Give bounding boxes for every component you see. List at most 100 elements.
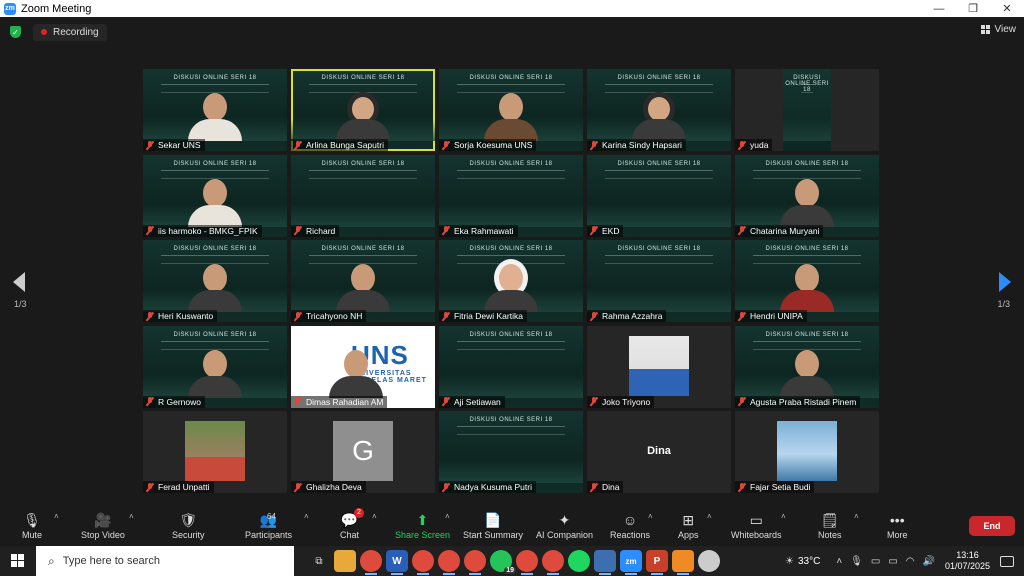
security-shield-icon: 🛡	[179, 511, 198, 528]
slide-subtitle-lines	[753, 255, 861, 264]
participant-tile[interactable]: Fajar Setia Budi	[735, 411, 879, 493]
participant-tile[interactable]: DISKUSI ONLINE SERI 18 Sekar UNS	[143, 69, 287, 151]
powerpoint-icon[interactable]: P	[646, 550, 668, 575]
participant-tile[interactable]: DISKUSI ONLINE SERI 18 Arlina Bunga Saput…	[291, 69, 435, 151]
participant-tile[interactable]: DISKUSI ONLINE SERI 18 Fitria Dewi Kartik…	[439, 240, 583, 322]
task-view-icon[interactable]: ⧉	[308, 550, 330, 572]
recording-indicator[interactable]: Recording	[33, 23, 107, 41]
ai-companion-button[interactable]: ✦ AI Companion	[536, 510, 593, 541]
whiteboards-options-caret-icon[interactable]: ˄	[781, 512, 786, 521]
participant-tile[interactable]: DISKUSI ONLINE SERI 18 Nadya Kusuma Putri	[439, 411, 583, 493]
chrome-icon-4[interactable]	[464, 550, 486, 575]
end-meeting-button[interactable]: End	[969, 516, 1015, 536]
slide-heading: DISKUSI ONLINE SERI 18	[173, 246, 257, 252]
share-screen-button[interactable]: ⬆ Share Screen	[395, 510, 450, 541]
chrome-icon-6[interactable]	[542, 550, 564, 575]
participant-tile[interactable]: DISKUSI ONLINE SERI 18 Karina Sindy Hapsa…	[587, 69, 731, 151]
stop-video-button[interactable]: 🎥 Stop Video	[81, 510, 125, 541]
whatsapp-icon[interactable]: 19	[490, 550, 516, 574]
participant-tile[interactable]: DISKUSI ONLINE SERI 18 Rahma Azzahra	[587, 240, 731, 322]
muted-mic-icon	[590, 226, 598, 235]
more-label: More	[887, 530, 908, 540]
participant-tile[interactable]: UNS UNIVERSITAS SEBELAS MARET Dimas Rahadi…	[291, 325, 435, 408]
windows-start-icon[interactable]	[11, 554, 25, 568]
summary-doc-icon: 📄	[484, 511, 502, 528]
participant-tile[interactable]: DISKUSI ONLINE SERI 18 R Gernowo	[143, 325, 287, 408]
battery-icon[interactable]: ▭	[888, 556, 897, 567]
participant-tile[interactable]: DISKUSI ONLINE SERI 18 Richard	[291, 154, 435, 237]
notification-icon[interactable]	[1000, 555, 1014, 567]
tray-camera-icon[interactable]: ▭	[871, 556, 880, 567]
participant-name: Ghalizha Deva	[306, 482, 362, 492]
wifi-icon[interactable]: ◠	[906, 556, 915, 567]
participant-tile[interactable]: Ferad Unpatti	[143, 411, 287, 493]
mute-options-caret-icon[interactable]: ˄	[54, 512, 59, 521]
spotify-icon[interactable]	[568, 550, 590, 572]
chrome-icon-3[interactable]	[438, 550, 460, 575]
restore-button[interactable]: ❐	[956, 0, 990, 17]
chrome-icon-5[interactable]	[516, 550, 538, 575]
video-options-caret-icon[interactable]: ˄	[129, 512, 134, 521]
participant-tile[interactable]: DISKUSI ONLINE SERI 18 Chatarina Muryani	[735, 154, 879, 237]
chrome-icon-2[interactable]	[412, 550, 434, 575]
meeting-top-strip: ✓ Recording View	[0, 17, 1024, 47]
weather-icon[interactable]	[698, 550, 720, 572]
tray-mic-icon[interactable]: 🎙	[850, 556, 863, 567]
chrome-icon[interactable]	[360, 550, 382, 575]
more-button[interactable]: ••• More	[887, 510, 908, 540]
participant-tile[interactable]: DISKUSI ONLINE SERI 18 Tricahyono NH	[291, 240, 435, 322]
participant-tile[interactable]: DISKUSI ONLINE SERI 18 Agusta Praba Rista…	[735, 325, 879, 408]
participant-display-name: Dina	[647, 445, 671, 457]
apps-button[interactable]: ⊞ Apps	[678, 510, 699, 541]
temperature[interactable]: 33°C	[798, 556, 820, 567]
muted-mic-icon	[738, 226, 746, 235]
taskbar-clock[interactable]: 13:16 01/07/2025	[945, 550, 990, 572]
orange-app-icon[interactable]	[672, 550, 694, 575]
participant-tile[interactable]: DISKUSI ONLINE SERI 18 Hendri UNIPA	[735, 240, 879, 322]
start-summary-button[interactable]: 📄 Start Summary	[463, 510, 523, 541]
file-explorer-icon[interactable]	[334, 550, 356, 572]
security-button[interactable]: 🛡 Security	[172, 510, 205, 541]
minimize-button[interactable]: —	[922, 0, 956, 17]
slide-subtitle-lines	[161, 84, 269, 93]
participant-name-bar: Karina Sindy Hapsari	[587, 139, 686, 151]
slide-heading: DISKUSI ONLINE SERI 18	[617, 160, 701, 167]
apps-options-caret-icon[interactable]: ˄	[707, 512, 712, 521]
view-button[interactable]: View	[980, 24, 1016, 35]
notes-options-caret-icon[interactable]: ˄	[854, 512, 859, 521]
share-options-caret-icon[interactable]: ˄	[445, 512, 450, 521]
participant-name-bar: Richard	[291, 224, 340, 237]
whiteboards-button[interactable]: ▭ Whiteboards	[731, 510, 782, 541]
participant-tile[interactable]: DISKUSI ONLINE SERI 18 Eka Rahmawati	[439, 154, 583, 237]
participant-tile[interactable]: DISKUSI ONLINE SERI 18 iis harmoko - BMKG…	[143, 154, 287, 237]
prev-page-arrow-icon[interactable]	[13, 272, 25, 292]
volume-icon[interactable]: 🔊	[923, 556, 935, 567]
photos-icon[interactable]	[594, 550, 616, 575]
muted-mic-icon	[294, 397, 302, 406]
participant-tile[interactable]: Dina Dina	[587, 411, 731, 493]
close-button[interactable]: ✕	[990, 0, 1024, 17]
participant-tile[interactable]: DISKUSI ONLINE SERI 18 Aji Setiawan	[439, 325, 583, 408]
word-icon[interactable]: W	[386, 550, 408, 575]
reactions-options-caret-icon[interactable]: ˄	[648, 512, 653, 521]
participant-tile[interactable]: DISKUSI ONLINE SERI 18 yuda	[735, 69, 879, 151]
encryption-shield-icon[interactable]: ✓	[10, 26, 21, 38]
muted-mic-icon	[294, 311, 302, 321]
participant-tile[interactable]: DISKUSI ONLINE SERI 18 EKD	[587, 154, 731, 237]
participant-tile[interactable]: G Ghalizha Deva	[291, 411, 435, 493]
tray-expand-icon[interactable]: ˄	[836, 556, 842, 567]
chat-options-caret-icon[interactable]: ˄	[372, 512, 377, 521]
reactions-button[interactable]: ☺ Reactions	[610, 510, 650, 540]
taskbar-search-box[interactable]: ⌕ Type here to search	[36, 546, 294, 576]
mute-button[interactable]: 🎙 Mute	[22, 510, 42, 541]
chat-button[interactable]: 💬 2 Chat	[340, 508, 364, 540]
notes-button[interactable]: 🗒 Notes	[818, 510, 842, 541]
participant-tile[interactable]: DISKUSI ONLINE SERI 18 Heri Kuswanto	[143, 240, 287, 322]
participant-tile[interactable]: Joko Triyono	[587, 325, 731, 408]
smiley-plus-icon: ☺	[622, 512, 638, 528]
zoom-taskbar-icon[interactable]: zm	[620, 550, 642, 575]
participant-tile[interactable]: DISKUSI ONLINE SERI 18 Sorja Koesuma UNS	[439, 69, 583, 151]
participants-options-caret-icon[interactable]: ˄	[304, 512, 309, 521]
participants-button[interactable]: 👥 64 Participants	[245, 510, 292, 541]
next-page-arrow-icon[interactable]	[999, 272, 1011, 292]
